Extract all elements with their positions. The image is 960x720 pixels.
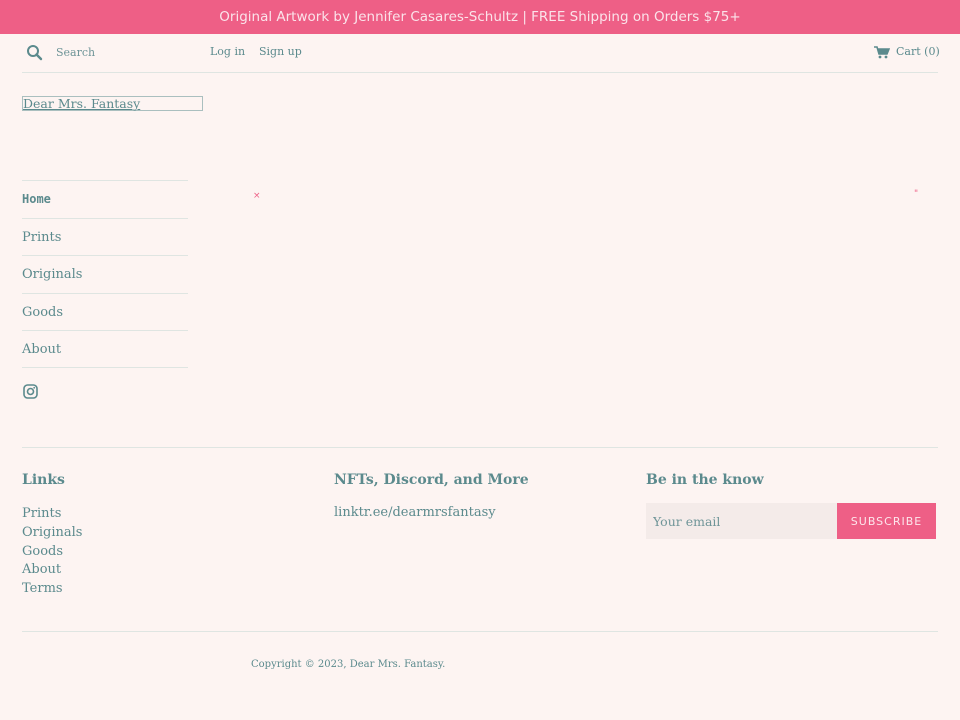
newsletter-email-input[interactable] (646, 503, 837, 539)
newsletter-heading: Be in the know (646, 472, 764, 488)
footer-link-originals[interactable]: Originals (22, 524, 82, 543)
login-link[interactable]: Log in (210, 45, 245, 58)
search-input[interactable] (52, 42, 202, 62)
footer-links-list: Prints Originals Goods About Terms (22, 505, 82, 599)
nav-item-about[interactable]: About (22, 330, 188, 368)
footer-link-terms[interactable]: Terms (22, 580, 82, 599)
header-divider (22, 72, 938, 73)
sidebar-nav: Home Prints Originals Goods About (22, 180, 188, 368)
search-icon[interactable] (26, 44, 44, 62)
cart-icon[interactable] (874, 46, 890, 59)
footer-more-heading: NFTs, Discord, and More (334, 472, 529, 488)
announcement-bar: Original Artwork by Jennifer Casares-Sch… (0, 0, 960, 34)
footer-link-prints[interactable]: Prints (22, 505, 82, 524)
footer-links-heading: Links (22, 472, 65, 488)
instagram-icon[interactable] (23, 384, 38, 399)
subscribe-button[interactable]: SUBSCRIBE (837, 503, 936, 539)
footer-divider-bottom (22, 631, 938, 632)
copyright-text: Copyright © 2023, Dear Mrs. Fantasy. (251, 659, 446, 670)
footer-link-about[interactable]: About (22, 561, 82, 580)
footer-linktree-text: linktr.ee/dearmrsfantasy (334, 505, 496, 520)
footer-link-goods[interactable]: Goods (22, 543, 82, 562)
nav-item-home[interactable]: Home (22, 180, 188, 218)
slider-next-marker[interactable]: " (914, 189, 918, 199)
nav-item-originals[interactable]: Originals (22, 255, 188, 293)
nav-item-goods[interactable]: Goods (22, 292, 188, 331)
site-logo[interactable]: Dear Mrs. Fantasy (22, 96, 203, 111)
signup-link[interactable]: Sign up (259, 45, 302, 58)
slider-prev-marker[interactable]: × (253, 191, 261, 201)
nav-item-prints[interactable]: Prints (22, 217, 188, 256)
footer-divider-top (22, 447, 938, 448)
cart-link[interactable]: Cart (0) (896, 45, 940, 58)
